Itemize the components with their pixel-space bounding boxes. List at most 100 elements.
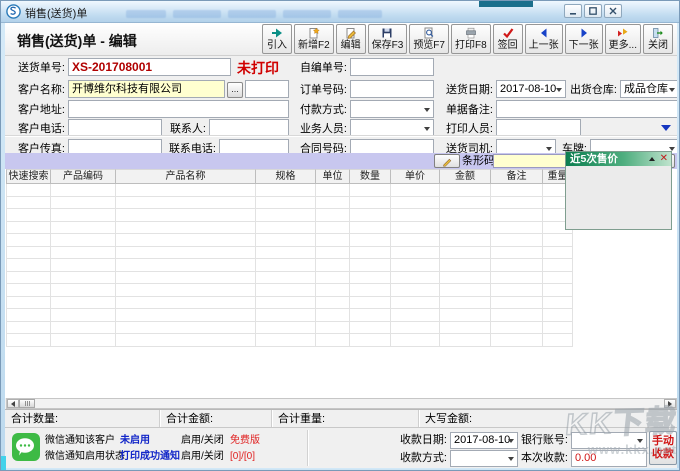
table-cell[interactable] xyxy=(440,209,491,222)
table-cell[interactable] xyxy=(491,309,543,322)
chevron-down-icon[interactable] xyxy=(669,88,675,92)
table-cell[interactable] xyxy=(491,297,543,310)
table-cell[interactable] xyxy=(440,184,491,197)
collapse-panel-icon[interactable] xyxy=(649,157,655,161)
table-cell[interactable] xyxy=(391,309,440,322)
table-cell[interactable] xyxy=(316,322,350,335)
table-row[interactable] xyxy=(6,197,573,210)
self-no-input[interactable] xyxy=(350,58,434,76)
table-cell[interactable] xyxy=(6,184,51,197)
save-button[interactable]: 保存F3 xyxy=(368,24,408,54)
payment-method-combo[interactable] xyxy=(350,100,434,118)
table-cell[interactable] xyxy=(51,297,116,310)
table-cell[interactable] xyxy=(116,272,256,285)
table-cell[interactable] xyxy=(543,247,573,260)
table-cell[interactable] xyxy=(391,209,440,222)
table-cell[interactable] xyxy=(116,184,256,197)
table-cell[interactable] xyxy=(256,222,316,235)
table-cell[interactable] xyxy=(491,259,543,272)
table-cell[interactable] xyxy=(316,209,350,222)
chevron-down-icon[interactable] xyxy=(424,108,430,112)
table-cell[interactable] xyxy=(256,197,316,210)
table-cell[interactable] xyxy=(256,334,316,347)
table-cell[interactable] xyxy=(491,234,543,247)
table-cell[interactable] xyxy=(116,197,256,210)
bank-account-combo[interactable] xyxy=(571,432,647,449)
table-cell[interactable] xyxy=(116,297,256,310)
table-cell[interactable] xyxy=(391,284,440,297)
table-cell[interactable] xyxy=(51,234,116,247)
table-cell[interactable] xyxy=(350,322,391,335)
table-cell[interactable] xyxy=(543,272,573,285)
new-button[interactable]: 新增F2 xyxy=(294,24,334,54)
table-cell[interactable] xyxy=(51,309,116,322)
table-cell[interactable] xyxy=(391,222,440,235)
table-cell[interactable] xyxy=(116,334,256,347)
table-cell[interactable] xyxy=(543,297,573,310)
table-row[interactable] xyxy=(6,234,573,247)
table-cell[interactable] xyxy=(491,209,543,222)
close-dialog-button[interactable]: 关闭 xyxy=(643,24,673,54)
table-cell[interactable] xyxy=(116,322,256,335)
table-row[interactable] xyxy=(6,272,573,285)
delivery-no-input[interactable]: XS-201708001 xyxy=(68,58,231,76)
table-cell[interactable] xyxy=(316,259,350,272)
table-cell[interactable] xyxy=(6,322,51,335)
table-cell[interactable] xyxy=(491,222,543,235)
preview-button[interactable]: 预览F7 xyxy=(409,24,449,54)
chevron-down-icon[interactable] xyxy=(508,457,514,461)
table-cell[interactable] xyxy=(440,259,491,272)
table-cell[interactable] xyxy=(440,234,491,247)
table-cell[interactable] xyxy=(256,309,316,322)
table-cell[interactable] xyxy=(256,284,316,297)
table-row[interactable] xyxy=(6,247,573,260)
table-cell[interactable] xyxy=(116,234,256,247)
table-cell[interactable] xyxy=(116,247,256,260)
table-cell[interactable] xyxy=(51,322,116,335)
wechat-enable-toggle-link[interactable]: 启用/关闭 xyxy=(181,450,224,463)
wechat-notify-toggle-link[interactable]: 启用/关闭 xyxy=(181,434,224,447)
table-cell[interactable] xyxy=(256,259,316,272)
table-cell[interactable] xyxy=(6,197,51,210)
expand-dropdown-icon[interactable] xyxy=(661,125,671,131)
table-row[interactable] xyxy=(6,334,573,347)
table-cell[interactable] xyxy=(6,272,51,285)
table-cell[interactable] xyxy=(350,209,391,222)
table-row[interactable] xyxy=(6,322,573,335)
table-cell[interactable] xyxy=(6,222,51,235)
current-receipt-input[interactable]: 0.00 xyxy=(571,450,647,467)
table-cell[interactable] xyxy=(6,309,51,322)
table-cell[interactable] xyxy=(51,184,116,197)
maximize-button[interactable] xyxy=(584,4,602,18)
table-cell[interactable] xyxy=(543,259,573,272)
table-cell[interactable] xyxy=(350,284,391,297)
table-cell[interactable] xyxy=(51,272,116,285)
table-cell[interactable] xyxy=(316,184,350,197)
table-cell[interactable] xyxy=(316,297,350,310)
table-cell[interactable] xyxy=(51,284,116,297)
table-cell[interactable] xyxy=(440,309,491,322)
table-cell[interactable] xyxy=(440,284,491,297)
recent-prices-header[interactable]: 近5次售价 ✕ xyxy=(566,152,671,166)
table-cell[interactable] xyxy=(6,234,51,247)
table-row[interactable] xyxy=(6,184,573,197)
table-cell[interactable] xyxy=(6,334,51,347)
table-cell[interactable] xyxy=(256,297,316,310)
table-cell[interactable] xyxy=(543,284,573,297)
table-cell[interactable] xyxy=(350,247,391,260)
table-cell[interactable] xyxy=(6,247,51,260)
scroll-left-button[interactable] xyxy=(7,399,19,408)
table-cell[interactable] xyxy=(316,234,350,247)
doc-remark-input[interactable] xyxy=(496,100,679,118)
table-cell[interactable] xyxy=(543,334,573,347)
print-button[interactable]: 打印F8 xyxy=(451,24,491,54)
table-cell[interactable] xyxy=(543,309,573,322)
table-cell[interactable] xyxy=(51,209,116,222)
table-cell[interactable] xyxy=(491,322,543,335)
table-cell[interactable] xyxy=(256,209,316,222)
table-cell[interactable] xyxy=(350,197,391,210)
table-cell[interactable] xyxy=(491,197,543,210)
title-bar[interactable]: 销售(送货)单 xyxy=(1,1,680,23)
table-cell[interactable] xyxy=(256,322,316,335)
receipt-method-combo[interactable] xyxy=(450,450,518,467)
